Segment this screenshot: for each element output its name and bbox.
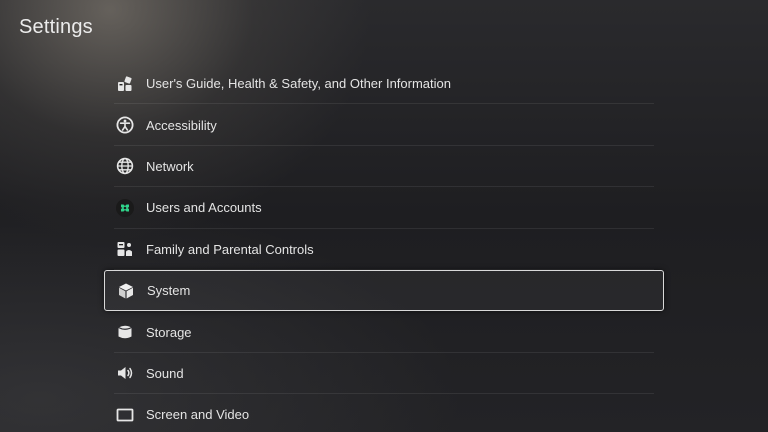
- system-cube-icon: [117, 282, 135, 300]
- menu-item-label: Network: [146, 158, 194, 174]
- menu-item-sound[interactable]: Sound: [104, 353, 664, 395]
- menu-item-label: Sound: [146, 365, 184, 381]
- menu-item-users-guide[interactable]: User's Guide, Health & Safety, and Other…: [104, 63, 664, 105]
- menu-item-storage[interactable]: Storage: [104, 311, 664, 354]
- menu-item-screen-video[interactable]: Screen and Video: [104, 394, 664, 432]
- menu-item-label: User's Guide, Health & Safety, and Other…: [146, 76, 451, 92]
- menu-item-label: Screen and Video: [146, 407, 250, 423]
- menu-item-network[interactable]: Network: [104, 146, 664, 188]
- settings-menu: User's Guide, Health & Safety, and Other…: [104, 63, 664, 432]
- users-accounts-icon: [116, 198, 134, 217]
- menu-item-system[interactable]: System: [104, 269, 664, 312]
- menu-item-accessibility[interactable]: Accessibility: [104, 104, 664, 147]
- screen-icon: [116, 406, 134, 424]
- menu-item-label: System: [147, 283, 191, 299]
- storage-icon: [116, 323, 134, 341]
- accessibility-icon: [116, 116, 134, 134]
- menu-item-family-controls[interactable]: Family and Parental Controls: [104, 229, 664, 271]
- family-controls-icon: [116, 240, 134, 258]
- menu-item-users-accounts[interactable]: Users and Accounts: [104, 187, 664, 229]
- menu-item-label: Users and Accounts: [146, 200, 262, 216]
- guide-icon: [116, 75, 134, 93]
- menu-item-label: Family and Parental Controls: [146, 241, 314, 257]
- speaker-icon: [116, 364, 134, 382]
- menu-item-label: Accessibility: [146, 117, 217, 133]
- page-title: Settings: [19, 16, 93, 38]
- menu-item-label: Storage: [146, 324, 192, 340]
- globe-icon: [116, 157, 134, 175]
